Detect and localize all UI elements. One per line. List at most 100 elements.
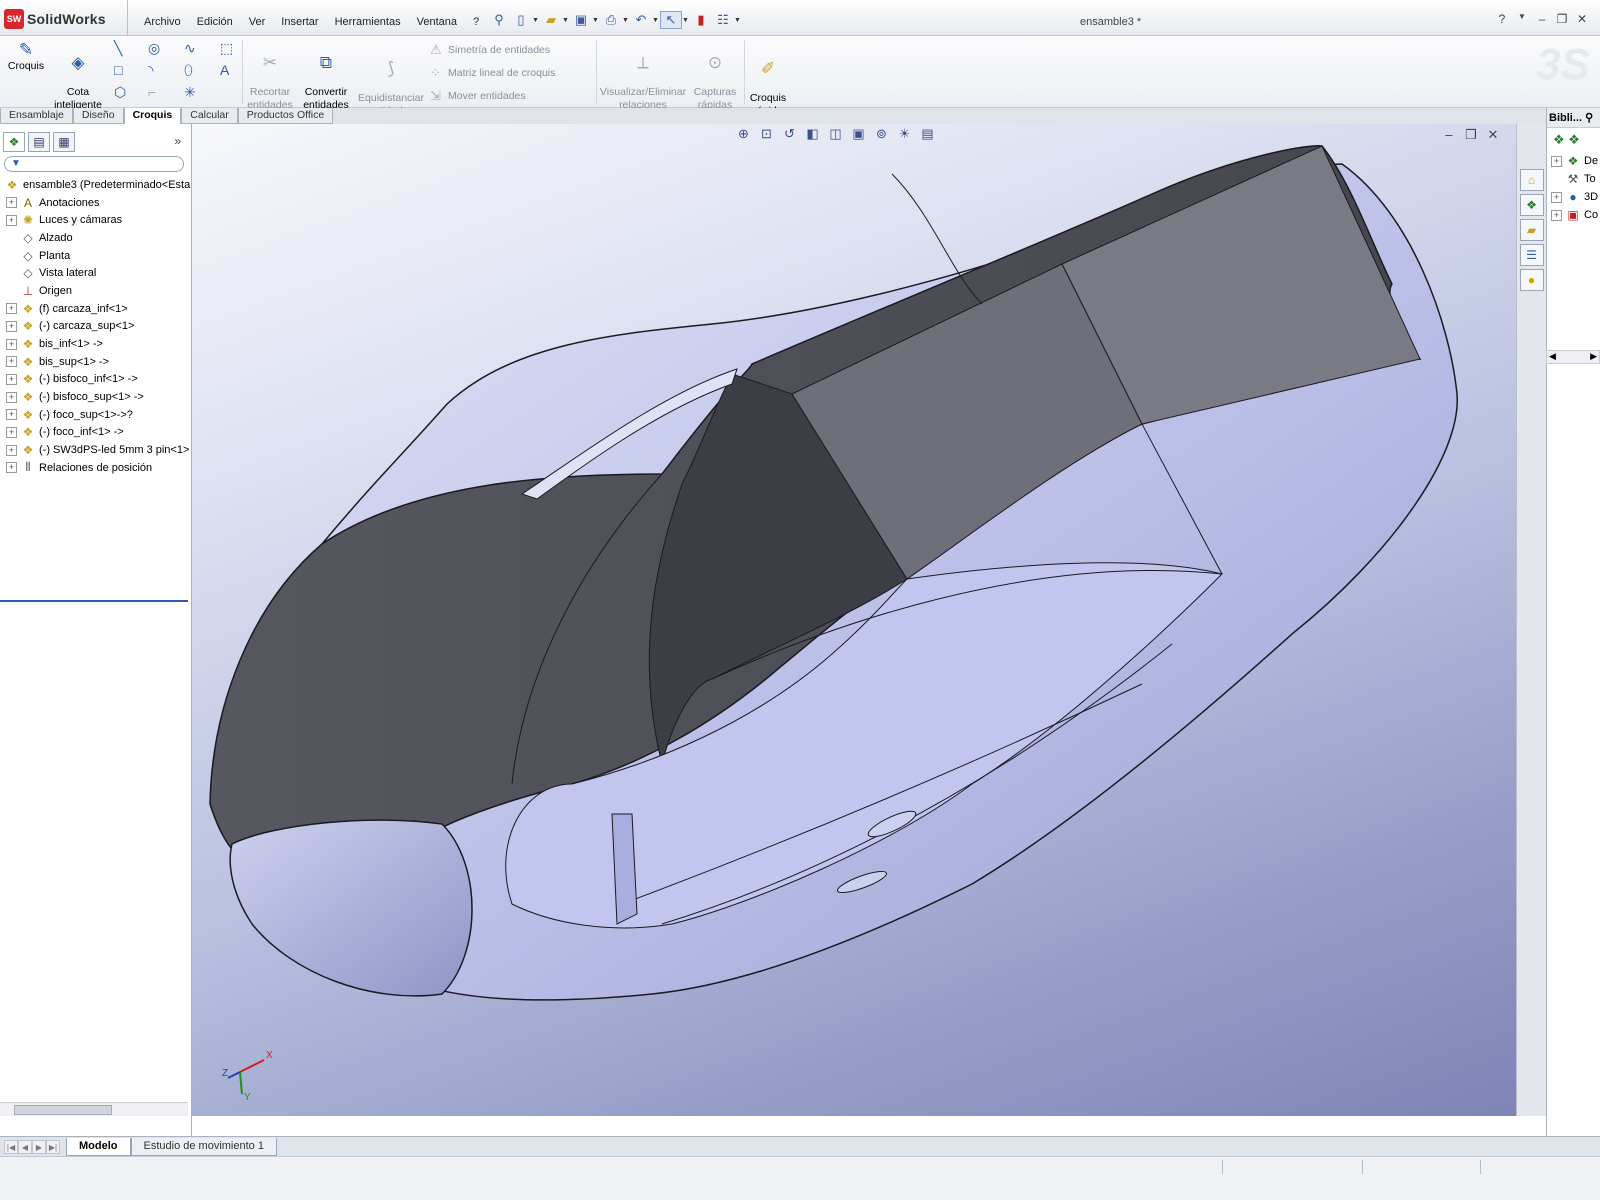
open-folder-icon[interactable]: ▰ bbox=[540, 11, 562, 29]
previous-view-icon[interactable]: ↺ bbox=[778, 126, 801, 142]
menu-edicion[interactable]: Edición bbox=[189, 14, 241, 30]
zoom-to-area-icon[interactable]: ⊡ bbox=[755, 126, 778, 142]
linear-pattern-button[interactable]: ⁘ Matriz lineal de croquis bbox=[430, 65, 555, 81]
tree-item[interactable]: + ✺ Luces y cámaras bbox=[0, 211, 192, 229]
file-explorer-icon[interactable]: ▰ bbox=[1519, 219, 1544, 241]
save-icon[interactable]: ▣ bbox=[570, 11, 592, 29]
tab-modelo[interactable]: Modelo bbox=[66, 1137, 131, 1156]
expand-icon[interactable]: + bbox=[6, 356, 17, 368]
lens-dome[interactable] bbox=[229, 819, 473, 997]
chevron-down-icon[interactable]: ▼ bbox=[1512, 12, 1532, 26]
expand-icon[interactable]: + bbox=[6, 373, 17, 385]
zoom-to-fit-icon[interactable]: ⊕ bbox=[732, 126, 755, 142]
library-item[interactable]: ⚒ To bbox=[1547, 170, 1600, 188]
tree-item[interactable]: + ❖ (f) carcaza_inf<1> bbox=[0, 300, 192, 318]
expand-icon[interactable]: + bbox=[6, 303, 17, 315]
expand-icon[interactable]: + bbox=[6, 426, 17, 438]
croquis-button[interactable]: ✎ Croquis bbox=[6, 40, 46, 73]
section-view-icon[interactable]: ◧ bbox=[801, 126, 824, 142]
apply-scene-icon[interactable]: ▤ bbox=[916, 126, 939, 142]
expand-icon[interactable]: + bbox=[6, 338, 17, 350]
first-tab-icon[interactable]: |◀ bbox=[4, 1139, 18, 1154]
add-to-library-icon[interactable]: ❖ bbox=[1553, 132, 1565, 148]
design-library-icon[interactable]: ❖ bbox=[1519, 194, 1544, 216]
move-entities-button[interactable]: ⇲ Mover entidades bbox=[430, 88, 526, 104]
chevron-down-icon[interactable]: ▼ bbox=[622, 17, 630, 24]
add-file-location-icon[interactable]: ❖ bbox=[1568, 132, 1580, 148]
tab-calcular[interactable]: Calcular bbox=[181, 108, 238, 124]
3d-model[interactable] bbox=[192, 124, 1516, 1116]
property-manager-tab-icon[interactable]: ▤ bbox=[28, 132, 50, 152]
menu-archivo[interactable]: Archivo bbox=[136, 14, 189, 30]
pin-icon[interactable]: ⚲ bbox=[488, 11, 510, 29]
expand-icon[interactable]: + bbox=[6, 409, 17, 421]
reference-triad[interactable]: X Y Z bbox=[220, 1042, 280, 1102]
tree-item[interactable]: + ❖ (-) foco_inf<1> -> bbox=[0, 424, 192, 442]
previous-tab-icon[interactable]: ◀ bbox=[18, 1139, 32, 1154]
tree-item[interactable]: + ❖ (-) bisfoco_inf<1> -> bbox=[0, 371, 192, 389]
pin-icon[interactable]: ⚲ bbox=[1585, 112, 1593, 124]
library-item[interactable]: + ❖ De bbox=[1547, 152, 1600, 170]
menu-herramientas[interactable]: Herramientas bbox=[327, 14, 409, 30]
tree-item[interactable]: ◇ Vista lateral bbox=[0, 264, 192, 282]
help-icon[interactable]: ? bbox=[1492, 12, 1512, 26]
menu-insertar[interactable]: Insertar bbox=[273, 14, 326, 30]
tree-item[interactable]: ⊥ Origen bbox=[0, 282, 192, 300]
grid-icon[interactable]: ⬚ bbox=[220, 40, 233, 57]
tree-item[interactable]: + ❖ bis_sup<1> -> bbox=[0, 353, 192, 371]
solidworks-logo[interactable]: SW SolidWorks bbox=[4, 9, 122, 29]
expand-icon[interactable]: + bbox=[6, 214, 17, 226]
filter-input[interactable]: ▼ bbox=[4, 156, 184, 172]
expand-icon[interactable]: + bbox=[6, 197, 17, 209]
view-palette-icon[interactable]: ☰ bbox=[1519, 244, 1544, 266]
fillet-icon[interactable]: ⌐ bbox=[148, 84, 156, 100]
new-document-icon[interactable]: ▯ bbox=[510, 11, 532, 29]
graphics-area[interactable]: ⊕ ⊡ ↺ ◧ ◫ ▣ ⊚ ☀ ▤ – ❐ ✕ X Y Z bbox=[192, 124, 1516, 1116]
spline-icon[interactable]: ∿ bbox=[184, 40, 196, 57]
chevron-down-icon[interactable]: ▼ bbox=[592, 17, 600, 24]
expand-icon[interactable]: + bbox=[6, 391, 17, 403]
tree-item[interactable]: + ❖ bis_inf<1> -> bbox=[0, 335, 192, 353]
point-icon[interactable]: ✳ bbox=[184, 84, 196, 101]
expand-icon[interactable]: + bbox=[6, 462, 17, 474]
tab-ensamblaje[interactable]: Ensamblaje bbox=[0, 108, 73, 124]
expand-icon[interactable]: + bbox=[1551, 155, 1562, 167]
menu-help[interactable]: ? bbox=[465, 14, 487, 30]
text-icon[interactable]: A bbox=[220, 62, 229, 78]
expand-icon[interactable]: + bbox=[1551, 209, 1562, 221]
tree-item[interactable]: + ❖ (-) SW3dPS-led 5mm 3 pin<1> bbox=[0, 441, 192, 459]
hide-show-items-icon[interactable]: ⊚ bbox=[870, 126, 893, 142]
next-tab-icon[interactable]: ▶ bbox=[32, 1139, 46, 1154]
scrollbar-thumb[interactable] bbox=[14, 1105, 112, 1115]
close-icon[interactable]: ✕ bbox=[1482, 127, 1504, 143]
home-icon[interactable]: ⌂ bbox=[1519, 169, 1544, 191]
tab-motion-study[interactable]: Estudio de movimiento 1 bbox=[130, 1137, 277, 1156]
select-cursor-icon[interactable]: ↖ bbox=[660, 11, 682, 29]
chevron-down-icon[interactable]: ▼ bbox=[562, 17, 570, 24]
horizontal-scrollbar[interactable] bbox=[0, 1102, 188, 1116]
expand-icon[interactable]: + bbox=[1551, 191, 1562, 203]
tree-item[interactable]: + ❖ (-) foco_sup<1>->? bbox=[0, 406, 192, 424]
tree-root[interactable]: ❖ ensamble3 (Predeterminado<Esta bbox=[0, 176, 192, 194]
close-icon[interactable]: ✕ bbox=[1572, 12, 1592, 26]
library-item[interactable]: + ● 3D bbox=[1547, 188, 1600, 206]
display-style-icon[interactable]: ▣ bbox=[847, 126, 870, 142]
tab-productos-office[interactable]: Productos Office bbox=[237, 108, 334, 124]
tree-item[interactable]: + ❖ (-) carcaza_sup<1> bbox=[0, 318, 192, 336]
feature-manager-tab-icon[interactable]: ❖ bbox=[3, 132, 25, 152]
arc-icon[interactable]: ◝ bbox=[148, 62, 153, 79]
restore-icon[interactable]: ❐ bbox=[1460, 127, 1482, 143]
chevron-down-icon[interactable]: ▼ bbox=[532, 17, 540, 24]
library-item[interactable]: + ▣ Co bbox=[1547, 206, 1600, 224]
print-icon[interactable]: ⎙ bbox=[600, 11, 622, 29]
tab-diseno[interactable]: Diseño bbox=[72, 108, 124, 124]
expand-panel-icon[interactable]: » bbox=[174, 134, 181, 148]
mirror-entities-button[interactable]: ⚠ Simetría de entidades bbox=[430, 42, 550, 58]
line-icon[interactable]: ╲ bbox=[114, 40, 122, 57]
filter-icon[interactable]: ▼ bbox=[11, 158, 21, 169]
expand-icon[interactable]: + bbox=[6, 320, 17, 332]
tree-item[interactable]: ◇ Planta bbox=[0, 247, 192, 265]
menu-ventana[interactable]: Ventana bbox=[409, 14, 465, 30]
rebuild-traffic-light-icon[interactable]: ▮ bbox=[690, 11, 712, 29]
options-icon[interactable]: ☷ bbox=[712, 11, 734, 29]
